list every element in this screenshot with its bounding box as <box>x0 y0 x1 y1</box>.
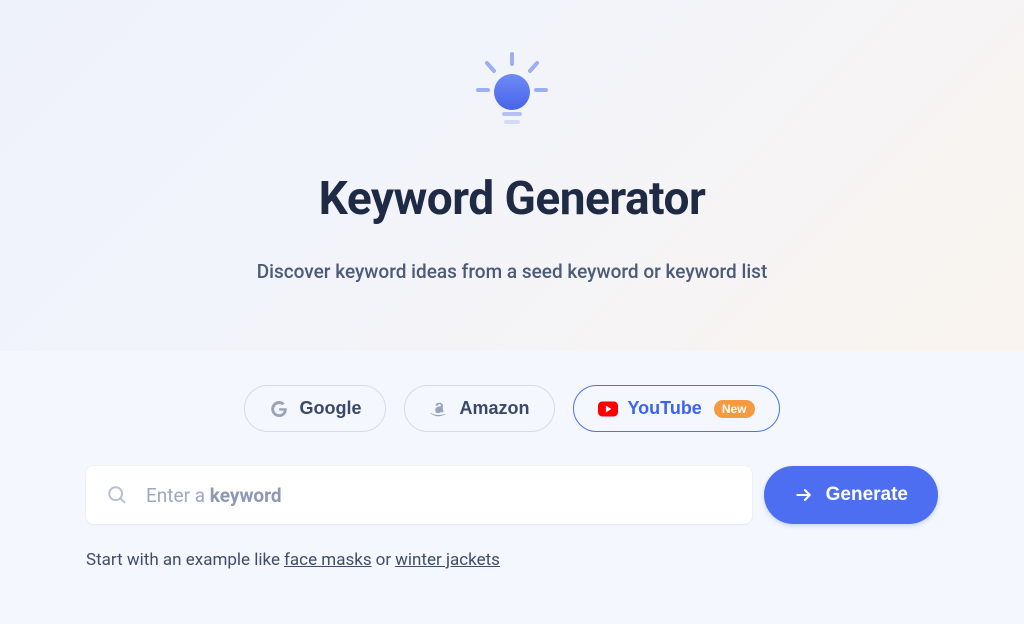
page-subtitle: Discover keyword ideas from a seed keywo… <box>257 260 768 283</box>
tab-youtube[interactable]: YouTube New <box>573 385 780 432</box>
tab-amazon-label: Amazon <box>459 398 529 419</box>
google-icon <box>269 399 289 419</box>
example-hint: Start with an example like face masks or… <box>86 550 938 570</box>
page-title: Keyword Generator <box>319 172 706 226</box>
search-icon <box>106 484 128 506</box>
tab-amazon[interactable]: Amazon <box>404 385 554 432</box>
new-badge: New <box>714 400 755 418</box>
tab-google[interactable]: Google <box>244 385 386 432</box>
keyword-input[interactable] <box>146 466 732 524</box>
generate-label: Generate <box>826 484 908 506</box>
example-link-face-masks[interactable]: face masks <box>284 550 372 570</box>
amazon-icon <box>429 399 449 419</box>
arrow-right-icon <box>794 485 814 505</box>
example-link-winter-jackets[interactable]: winter jackets <box>395 550 500 570</box>
tab-google-label: Google <box>299 398 361 419</box>
lightbulb-icon <box>467 48 557 138</box>
tab-youtube-label: YouTube <box>628 398 702 419</box>
generate-button[interactable]: Generate <box>764 466 938 524</box>
search-box: Enter a keyword <box>86 466 752 524</box>
youtube-icon <box>598 399 618 419</box>
source-tabs: Google Amazon YouTube <box>244 385 779 432</box>
